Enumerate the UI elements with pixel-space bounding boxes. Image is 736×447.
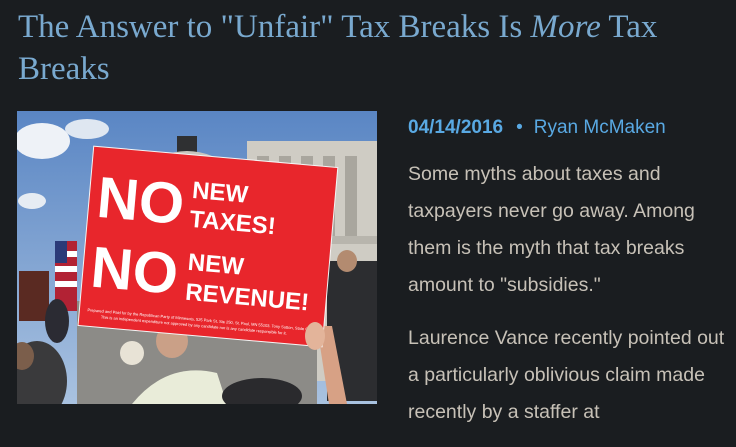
sign-no-1: NO <box>94 165 186 237</box>
sign-new-2: NEW <box>187 249 245 281</box>
author-link[interactable]: Ryan McMaken <box>534 117 666 138</box>
publish-date: 04/14/2016 <box>408 117 504 138</box>
sign-new-1: NEW <box>191 177 249 209</box>
meta-separator: • <box>516 117 523 138</box>
excerpt-paragraph: Some myths about taxes and taxpayers nev… <box>408 163 695 296</box>
title-emphasis: More <box>530 9 601 45</box>
article-excerpt: Some myths about taxes and taxpayers nev… <box>408 156 728 447</box>
article-photo[interactable]: NO NEW TAXES! NO NEW REVENUE! Prepared a… <box>17 111 377 404</box>
sign-no-2: NO <box>88 235 180 307</box>
title-text: The Answer to "Unfair" Tax Breaks Is <box>18 9 531 45</box>
article-title[interactable]: The Answer to "Unfair" Tax Breaks Is Mor… <box>18 6 728 90</box>
excerpt-paragraph: Laurence Vance recently pointed out a pa… <box>408 327 725 423</box>
article-meta: 04/14/2016 • Ryan McMaken <box>408 116 666 140</box>
